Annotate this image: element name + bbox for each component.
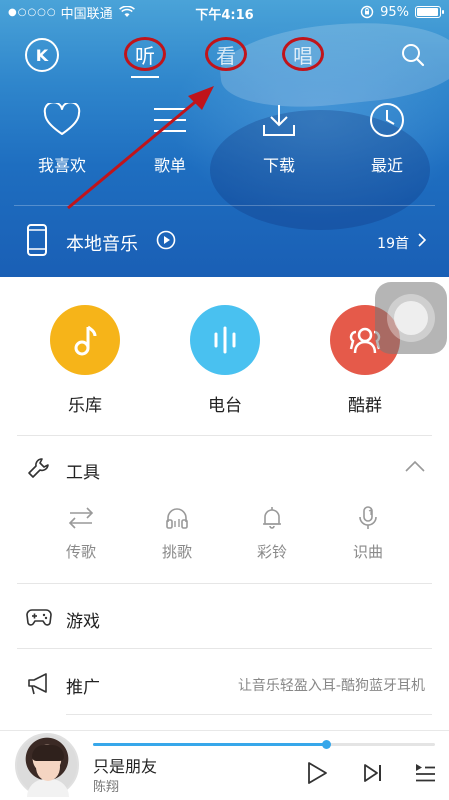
quick-downloads-label: 下载 (262, 156, 295, 175)
feature-library-label: 乐库 (68, 396, 102, 416)
quick-favorites[interactable]: 我喜欢 (22, 100, 102, 176)
tools-title: 工具 (66, 463, 100, 483)
feature-group-label: 酷群 (348, 396, 382, 416)
promotion-title: 推广 (66, 678, 100, 698)
tool-pick-songs-label: 挑歌 (161, 543, 192, 561)
tools-header[interactable]: 工具 (0, 448, 449, 488)
chevron-right-icon (418, 233, 427, 247)
tool-song-recognition[interactable]: 识曲 (338, 505, 398, 562)
playback-progress-bar[interactable] (93, 740, 435, 749)
megaphone-icon (28, 673, 47, 695)
play-circle-icon[interactable] (156, 230, 176, 250)
promotion-subtitle: 让音乐轻盈入耳-酷狗蓝牙耳机 (237, 678, 425, 694)
quick-downloads[interactable]: 下载 (239, 100, 319, 176)
assistive-dot (394, 301, 428, 335)
divider (17, 435, 432, 436)
quick-entries: 我喜欢 歌单 下载 最近 (0, 100, 449, 180)
music-note-icon (74, 325, 97, 356)
tool-ringtone[interactable]: 彩铃 (242, 505, 302, 562)
sound-wave-icon (214, 326, 236, 354)
games-row[interactable]: 游戏 (0, 588, 449, 648)
mic-icon (359, 506, 377, 529)
feature-library-circle (50, 305, 120, 375)
tool-transfer[interactable]: 传歌 (51, 505, 111, 562)
progress-knob[interactable] (321, 740, 331, 749)
search-icon (402, 44, 425, 67)
gamepad-icon (26, 609, 52, 626)
assistive-touch-button[interactable] (375, 282, 447, 354)
next-track-icon[interactable] (362, 761, 384, 785)
quick-playlists[interactable]: 歌单 (130, 100, 210, 176)
status-bar: ●○○○○ 中国联通 下午4:16 95% (0, 0, 449, 24)
mini-player: 只是朋友 陈翔 (0, 730, 449, 800)
tool-transfer-label: 传歌 (65, 543, 96, 561)
divider (17, 648, 432, 649)
header-hero: ●○○○○ 中国联通 下午4:16 95% K 听 看 唱 我喜欢 歌单 下载 … (0, 0, 449, 277)
games-title: 游戏 (66, 612, 100, 632)
tab-watch[interactable]: 看 (205, 36, 247, 72)
battery-icon (415, 6, 444, 18)
top-nav: K 听 看 唱 (0, 32, 449, 78)
download-icon (263, 105, 295, 136)
status-time: 下午4:16 (195, 8, 254, 23)
local-music-row[interactable]: 本地音乐 19首 (0, 210, 449, 272)
kugou-logo-button[interactable]: K (25, 38, 59, 72)
local-music-count: 19首 (377, 236, 409, 252)
annotation-circle (124, 37, 166, 71)
quick-recent-label: 最近 (370, 156, 403, 175)
feature-radio[interactable]: 电台 (170, 305, 280, 416)
clock-icon (370, 103, 404, 137)
tab-sing[interactable]: 唱 (282, 36, 324, 72)
list-icon (154, 108, 186, 132)
tab-listen[interactable]: 听 (124, 36, 166, 78)
annotation-circle (205, 37, 247, 71)
bell-icon (263, 507, 281, 529)
progress-fill (93, 743, 326, 746)
divider (14, 205, 435, 206)
play-icon[interactable] (306, 761, 328, 785)
quick-playlists-label: 歌单 (153, 156, 186, 175)
song-title[interactable]: 只是朋友 (93, 753, 157, 777)
promotion-row[interactable]: 推广 让音乐轻盈入耳-酷狗蓝牙耳机 (0, 654, 449, 714)
avatar-shirt (27, 779, 69, 797)
annotation-circle (282, 37, 324, 71)
chevron-up-icon[interactable] (405, 460, 425, 472)
feature-radio-label: 电台 (208, 396, 242, 416)
divider (66, 714, 432, 715)
transfer-icon (68, 507, 94, 529)
heart-icon (43, 103, 81, 135)
battery-fill (417, 8, 438, 16)
artist-name: 陈翔 (93, 780, 120, 795)
headphones-icon (166, 508, 188, 529)
quick-favorites-label: 我喜欢 (37, 156, 86, 175)
tool-ringtone-label: 彩铃 (256, 543, 287, 561)
avatar-hair (32, 745, 64, 761)
tool-song-recognition-label: 识曲 (352, 543, 383, 561)
quick-recent[interactable]: 最近 (347, 100, 427, 176)
feature-library[interactable]: 乐库 (30, 305, 140, 416)
playlist-queue-icon[interactable] (414, 761, 436, 785)
divider (17, 583, 432, 584)
artist-avatar[interactable] (15, 733, 79, 797)
feature-radio-circle (190, 305, 260, 375)
phone-icon (27, 224, 47, 256)
tool-pick-songs[interactable]: 挑歌 (147, 505, 207, 562)
wrench-icon (28, 458, 49, 478)
search-button[interactable] (400, 42, 426, 68)
local-music-label: 本地音乐 (66, 234, 138, 255)
